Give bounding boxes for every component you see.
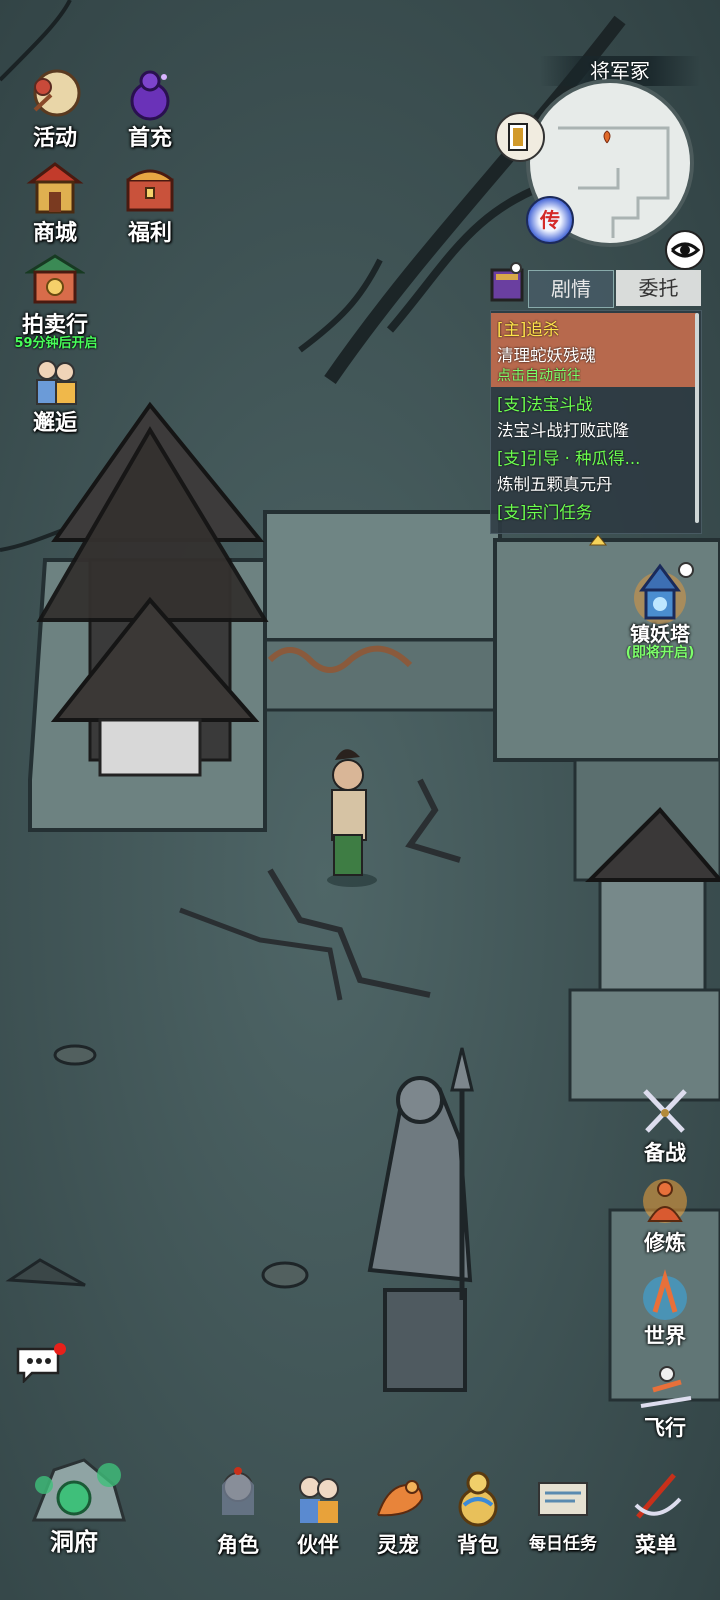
demon-tower-button[interactable]: 镇妖塔 (即将开启) <box>605 560 715 665</box>
fly-label: 飞行 <box>644 1416 686 1440</box>
cave-dwelling-button[interactable]: 洞府 <box>14 1440 134 1570</box>
quest-scrollbar[interactable] <box>695 313 699 523</box>
bag-label: 背包 <box>457 1533 499 1557</box>
daily-tasks-button[interactable]: 每日任务 <box>518 1465 608 1565</box>
activity-button[interactable]: 活动 <box>10 65 100 160</box>
shop-button[interactable]: 商城 <box>10 160 100 255</box>
partner-label: 伙伴 <box>297 1533 339 1557</box>
fly-button[interactable]: 飞行 <box>620 1360 710 1450</box>
chat-bubble-icon <box>16 1343 66 1385</box>
quest-status: 点击自动前往 <box>497 368 581 384</box>
welfare-label: 福利 <box>127 221 172 246</box>
quest-tag: [支]宗门任务 <box>497 503 593 522</box>
cultivate-label: 修炼 <box>644 1231 686 1255</box>
scroll-icon <box>508 123 528 151</box>
daily-tasks-label: 每日任务 <box>529 1534 597 1554</box>
spirit-pet-button[interactable]: 灵宠 <box>358 1465 438 1565</box>
tab-story[interactable]: 剧情 <box>528 270 614 308</box>
shop-pavilion-icon <box>26 162 84 214</box>
spirit-pet-label: 灵宠 <box>377 1533 419 1557</box>
world-label: 世界 <box>644 1324 686 1348</box>
encounter-label: 邂逅 <box>32 411 77 436</box>
drum-icon <box>33 69 81 117</box>
quest-desc: 法宝斗战打败武隆 <box>497 421 629 440</box>
auction-timer: 59分钟后开启 <box>14 336 98 351</box>
shop-label: 商城 <box>32 221 77 246</box>
activity-label: 活动 <box>32 126 77 151</box>
spirit-pet-icon <box>377 1480 424 1517</box>
character-button[interactable]: 角色 <box>198 1465 278 1565</box>
cave-dwelling-label: 洞府 <box>50 1528 98 1556</box>
quest-desc: 清理蛇妖残魂 <box>497 346 596 365</box>
quest-book-icon[interactable] <box>486 260 530 304</box>
prepare-battle-label: 备战 <box>644 1141 686 1165</box>
partner-button[interactable]: 伙伴 <box>278 1465 358 1565</box>
couple-icon <box>36 360 77 405</box>
quest-item-main[interactable]: [主]追杀 清理蛇妖残魂 点击自动前往 <box>491 313 696 387</box>
quest-item[interactable]: [支]宗门任务 <box>491 497 696 525</box>
quest-tag: [支]法宝斗战 <box>497 395 593 414</box>
first-recharge-label: 首充 <box>127 126 172 151</box>
welfare-button[interactable]: 福利 <box>105 160 195 255</box>
meditation-icon <box>643 1179 687 1223</box>
prepare-battle-button[interactable]: 备战 <box>620 1085 710 1175</box>
treasure-chest-icon <box>126 169 174 212</box>
quest-tag: [主]追杀 <box>497 320 560 339</box>
tower-status: (即将开启) <box>625 645 695 661</box>
cultivate-button[interactable]: 修炼 <box>620 1175 710 1265</box>
quest-desc: 炼制五颗真元丹 <box>497 475 613 494</box>
quest-item[interactable]: [支]引导 · 种瓜得... 炼制五颗真元丹 <box>491 443 696 495</box>
gourd-icon <box>130 70 170 121</box>
menu-button[interactable]: 菜单 <box>616 1465 696 1565</box>
chat-button[interactable] <box>14 1343 68 1385</box>
character-portrait-icon <box>222 1467 254 1515</box>
first-recharge-button[interactable]: 首充 <box>105 65 195 160</box>
teleport-button[interactable]: 传 <box>526 196 574 244</box>
auction-pavilion-icon <box>25 254 85 304</box>
partner-icon <box>299 1476 339 1523</box>
tab-commission[interactable]: 委托 <box>616 270 701 306</box>
menu-label: 菜单 <box>635 1533 677 1557</box>
minimap-scroll-button[interactable] <box>495 112 545 162</box>
quest-tabs: 剧情 委托 <box>490 262 705 310</box>
triangle-up-icon <box>588 534 608 546</box>
flying-sword-icon <box>640 1366 692 1408</box>
quest-list: [主]追杀 清理蛇妖残魂 点击自动前往 [支]法宝斗战 法宝斗战打败武隆 [支]… <box>490 310 702 534</box>
eye-toggle-button[interactable] <box>665 230 705 270</box>
quest-tag: [支]引导 · 种瓜得... <box>497 449 641 468</box>
eye-icon <box>670 242 701 258</box>
menu-sword-icon <box>634 1473 682 1519</box>
gourd-bag-icon <box>458 1471 498 1527</box>
quest-item[interactable]: [支]法宝斗战 法宝斗战打败武隆 <box>491 389 696 441</box>
crossed-swords-icon <box>643 1089 687 1133</box>
world-figure-icon <box>643 1269 687 1320</box>
teleport-label: 传 <box>540 208 560 232</box>
encounter-button[interactable]: 邂逅 <box>10 350 100 445</box>
scroll-map-icon <box>538 1482 588 1516</box>
world-button[interactable]: 世界 <box>620 1268 710 1358</box>
quest-expand-button[interactable] <box>588 532 608 546</box>
character-label: 角色 <box>217 1533 259 1557</box>
bag-button[interactable]: 背包 <box>438 1465 518 1565</box>
